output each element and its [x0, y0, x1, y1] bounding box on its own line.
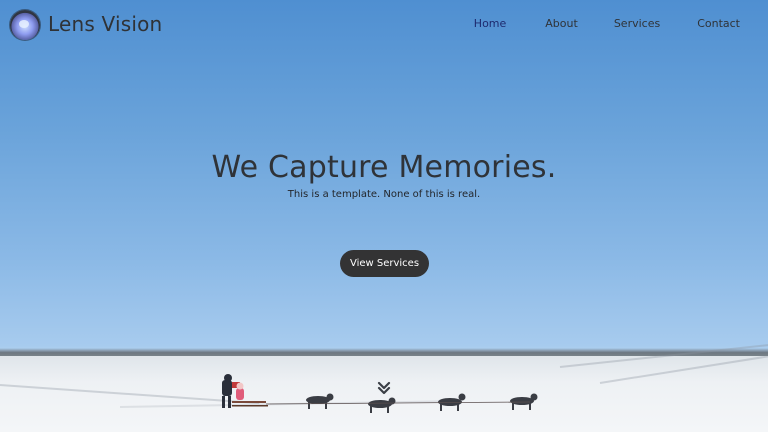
nav-link-services[interactable]: Services [614, 17, 660, 30]
nav-link-contact[interactable]: Contact [697, 17, 740, 30]
view-services-button[interactable]: View Services [340, 250, 429, 277]
nav-link-about[interactable]: About [545, 17, 578, 30]
sled-dog [306, 393, 334, 409]
brand-name[interactable]: Lens Vision [48, 12, 162, 36]
hero-headline: We Capture Memories. [211, 150, 557, 185]
hero-section: Lens Vision Home About Services Contact … [0, 0, 768, 432]
site-header: Lens Vision Home About Services Contact [0, 0, 768, 50]
musher-figure [222, 374, 268, 408]
sled-dog [368, 397, 396, 413]
camera-lens-icon[interactable] [10, 10, 40, 40]
double-chevron-down-icon[interactable] [376, 380, 392, 396]
main-nav: Home About Services Contact [474, 17, 768, 30]
hero-subline: This is a template. None of this is real… [287, 189, 481, 200]
nav-link-home[interactable]: Home [474, 17, 506, 30]
